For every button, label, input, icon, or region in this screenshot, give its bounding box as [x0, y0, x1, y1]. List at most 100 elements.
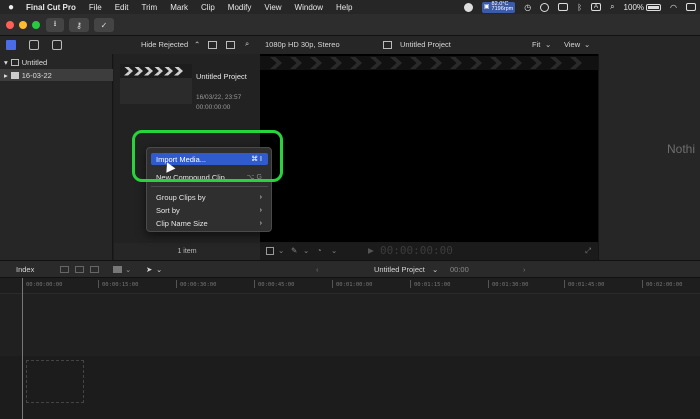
chevron-icon [174, 66, 183, 76]
enhance-icon[interactable]: ✎ [291, 246, 297, 255]
edit-mode-chevron-icon[interactable]: ⌄ [125, 265, 131, 274]
play-button[interactable]: ▶ [368, 246, 374, 255]
viewer-timecode: 00:00:00:00 [380, 244, 453, 257]
browser-header: Hide Rejected ⌃ ⌕ [0, 36, 260, 54]
chevron-icon [570, 57, 582, 69]
macos-menubar: ● Final Cut Pro File Edit Trim Mark Clip… [0, 0, 700, 14]
apple-menu-icon[interactable]: ● [8, 2, 14, 13]
search-icon[interactable]: ⌕ [610, 2, 614, 12]
clapper-strip [120, 64, 192, 78]
speed-icon[interactable]: ◔ [317, 246, 322, 255]
chevron-icon [490, 57, 502, 69]
overwrite-clip-icon[interactable] [113, 266, 122, 273]
viewer-header: 1080p HD 30p, Stereo Untitled Project Fi… [260, 36, 598, 54]
chevron-icon [350, 57, 362, 69]
wifi-icon[interactable]: ◠ [670, 3, 677, 12]
disclosure-triangle-icon[interactable]: ▾ [4, 58, 8, 67]
timeline-connected-area [0, 294, 700, 356]
battery-indicator[interactable]: 100% [623, 2, 662, 12]
fullscreen-icon[interactable]: ⤢ [585, 246, 591, 256]
menu-view[interactable]: View [264, 3, 281, 12]
menu-file[interactable]: File [89, 3, 102, 12]
minimize-window-button[interactable] [19, 21, 27, 29]
index-button[interactable]: Index [16, 265, 34, 274]
enhance-chevron-icon[interactable]: ⌄ [303, 246, 309, 255]
menu-clip[interactable]: Clip [201, 3, 215, 12]
event-row[interactable]: ▸ 16-03-22 [0, 69, 113, 81]
fan-speed-text: 7196rpm [491, 6, 514, 12]
input-source-icon[interactable]: A [591, 3, 602, 11]
bluetooth-icon[interactable]: ᛒ [577, 3, 582, 12]
import-button[interactable]: ⭳ [46, 18, 64, 32]
close-window-button[interactable] [6, 21, 14, 29]
timeline-forward-button[interactable]: › [523, 265, 526, 274]
transform-icon[interactable] [266, 247, 274, 255]
connect-clip-icon[interactable] [60, 266, 69, 273]
clip-duration: 00:00:00:00 [196, 104, 231, 111]
clip-meta: 16/03/22, 23:57 00:00:00:00 [196, 93, 241, 113]
timeline-area[interactable] [0, 294, 700, 419]
clock-icon[interactable]: ◷ [524, 3, 531, 12]
menu-window[interactable]: Window [295, 3, 323, 12]
weather-widget[interactable]: ▣ 82.0°C 7196rpm [481, 1, 516, 13]
display-icon[interactable] [558, 3, 569, 11]
library-icon [10, 58, 19, 66]
timer-icon[interactable] [540, 2, 550, 12]
viewer-canvas[interactable] [260, 54, 598, 242]
annotation-highlight-ring [132, 130, 283, 182]
append-clip-icon[interactable] [90, 266, 99, 273]
clip-title[interactable]: Untitled Project [196, 72, 247, 81]
chevron-icon [430, 57, 442, 69]
titles-generators-icon[interactable] [52, 40, 62, 50]
menu-help[interactable]: Help [336, 3, 352, 12]
background-tasks-button[interactable]: ✓ [94, 18, 114, 32]
battery-percent: 100% [623, 2, 645, 12]
filter-dropdown[interactable]: Hide Rejected [141, 40, 188, 49]
menu-separator [151, 186, 268, 187]
menu-app-name[interactable]: Final Cut Pro [26, 3, 76, 12]
project-chevron-icon[interactable]: ⌄ [432, 265, 438, 274]
menu-modify[interactable]: Modify [228, 3, 252, 12]
menu-trim[interactable]: Trim [142, 3, 158, 12]
filter-chevron-icon: ⌃ [194, 40, 201, 49]
playhead[interactable] [22, 278, 23, 419]
zoom-window-button[interactable] [32, 21, 40, 29]
timeline-back-button[interactable]: ‹ [316, 265, 319, 274]
menu-item-group-clips-by[interactable]: Group Clips by › [151, 191, 268, 203]
timeline-project-name[interactable]: Untitled Project [374, 265, 425, 274]
inspector-header [598, 36, 700, 54]
primary-storyline-dropzone[interactable] [26, 360, 84, 403]
filmstrip-view-icon[interactable] [208, 41, 217, 49]
fit-dropdown[interactable]: Fit [532, 40, 540, 49]
view-dropdown[interactable]: View [564, 40, 580, 49]
ruler-tick: 00:02:00:00 [641, 280, 683, 288]
transform-chevron-icon[interactable]: ⌄ [278, 246, 284, 255]
menu-edit[interactable]: Edit [115, 3, 129, 12]
libraries-sidebar: ▾ Untitled ▸ 16-03-22 [0, 54, 113, 260]
library-name: Untitled [21, 57, 48, 67]
viewer-clapper-strip [260, 56, 598, 70]
timeline-ruler[interactable]: 00:00:00:00 00:00:15:00 00:00:30:00 00:0… [0, 278, 700, 294]
insert-clip-icon[interactable] [75, 266, 84, 273]
event-icon [10, 71, 19, 79]
library-row[interactable]: ▾ Untitled [0, 56, 113, 68]
menu-item-sort-by[interactable]: Sort by › [151, 204, 268, 216]
record-icon[interactable] [463, 2, 473, 12]
select-tool-icon[interactable]: ➤ [146, 265, 152, 274]
photos-audio-icon[interactable] [29, 40, 39, 50]
disclosure-triangle-icon[interactable]: ▸ [4, 71, 8, 80]
submenu-arrow-icon: › [259, 219, 262, 227]
tool-chevron-icon[interactable]: ⌄ [156, 265, 162, 274]
keywords-button[interactable]: ⚷ [69, 18, 89, 32]
menu-mark[interactable]: Mark [170, 3, 188, 12]
browser-search-icon[interactable]: ⌕ [245, 39, 249, 49]
libraries-icon[interactable] [6, 40, 16, 50]
project-clip-thumbnail[interactable] [120, 64, 192, 104]
menu-item-label: Sort by [156, 205, 180, 215]
menu-item-clip-name-size[interactable]: Clip Name Size › [151, 217, 268, 229]
chevron-icon [144, 66, 153, 76]
chevron-icon [510, 57, 522, 69]
clip-appearance-icon[interactable] [226, 41, 235, 49]
speed-chevron-icon[interactable]: ⌄ [331, 246, 337, 255]
control-center-icon[interactable] [686, 3, 696, 11]
